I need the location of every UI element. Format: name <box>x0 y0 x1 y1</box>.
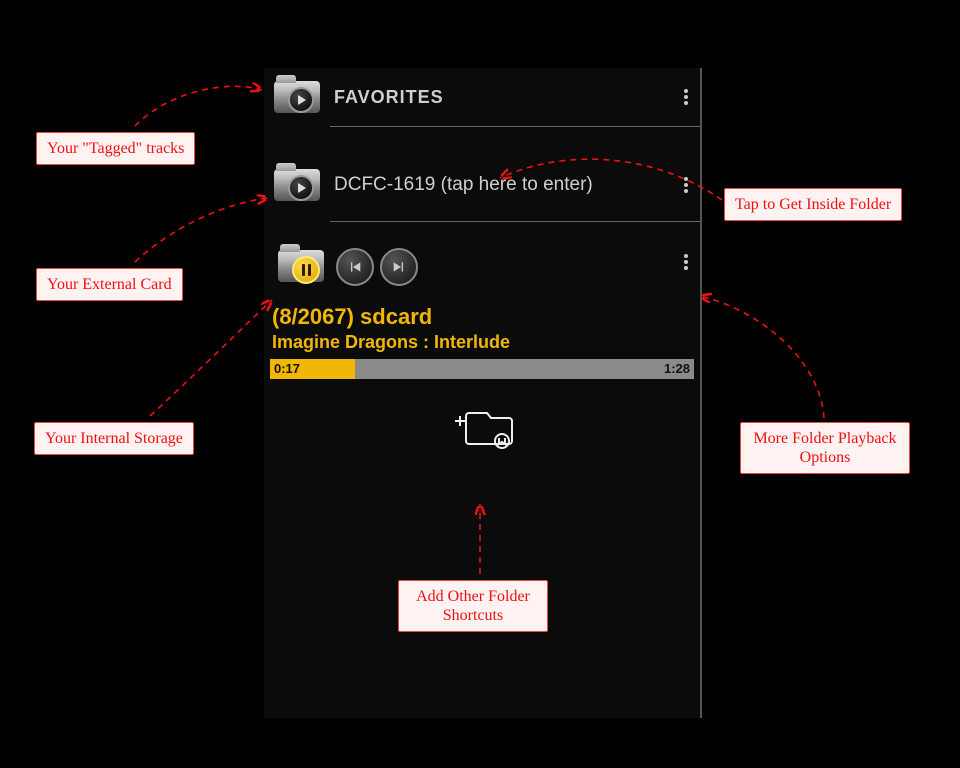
track-title: Imagine Dragons : Interlude <box>272 332 692 353</box>
next-track-button[interactable] <box>380 248 418 286</box>
play-icon <box>288 175 314 201</box>
sdcard-folder-icon <box>272 242 330 290</box>
now-playing-row <box>264 242 700 294</box>
callout-tagged: Your "Tagged" tracks <box>36 132 195 165</box>
favorites-title: FAVORITES <box>334 87 444 108</box>
now-playing-info: (8/2067) sdcard Imagine Dragons : Interl… <box>264 304 700 353</box>
folder-label: DCFC-1619 (tap here to enter) <box>334 174 593 196</box>
callout-inside: Tap to Get Inside Folder <box>724 188 902 221</box>
favorites-row[interactable]: FAVORITES <box>264 68 700 126</box>
favorites-menu-button[interactable] <box>672 87 700 107</box>
divider <box>330 126 700 127</box>
callout-more: More Folder Playback Options <box>740 422 910 474</box>
callout-internal: Your Internal Storage <box>34 422 194 455</box>
folder-menu-button[interactable] <box>672 175 700 195</box>
time-elapsed: 0:17 <box>274 361 300 376</box>
progress-bar[interactable]: 0:17 1:28 <box>270 359 694 379</box>
folder-row[interactable]: DCFC-1619 (tap here to enter) <box>264 149 700 221</box>
prev-track-button[interactable] <box>336 248 374 286</box>
player-menu-button[interactable] <box>672 252 700 272</box>
divider <box>330 221 700 222</box>
play-icon <box>288 87 314 113</box>
time-duration: 1:28 <box>664 361 690 376</box>
folder-icon <box>268 161 326 209</box>
pause-icon <box>292 256 320 284</box>
callout-add: Add Other Folder Shortcuts <box>398 580 548 632</box>
track-counter: (8/2067) sdcard <box>272 304 692 330</box>
favorites-folder-icon <box>268 73 326 121</box>
add-folder-shortcut-button[interactable] <box>447 403 517 449</box>
callout-external: Your External Card <box>36 268 183 301</box>
